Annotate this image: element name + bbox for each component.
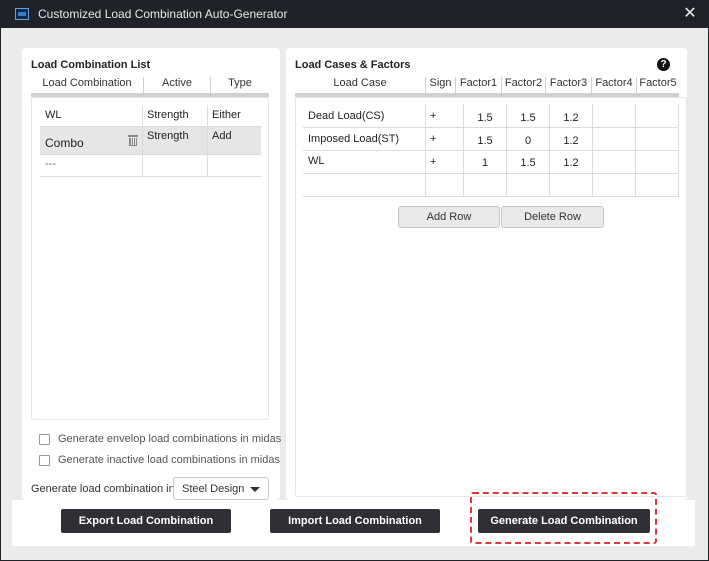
list-item-active[interactable]: Strength <box>147 109 189 121</box>
list-item-type[interactable]: Add <box>212 130 232 142</box>
col-header-sign: Sign <box>426 77 456 93</box>
export-load-combination-button[interactable]: Export Load Combination <box>61 509 231 533</box>
table-cell-factor2[interactable]: 1.5 <box>507 157 549 169</box>
col-header-factor2: Factor2 <box>502 77 546 93</box>
row-divider <box>303 150 679 151</box>
table-cell-factor2[interactable]: 1.5 <box>507 112 549 124</box>
title-bar: Customized Load Combination Auto-Generat… <box>0 0 709 28</box>
add-row-button[interactable]: Add Row <box>398 206 500 228</box>
load-combination-list-title: Load Combination List <box>31 59 151 71</box>
table-cell-sign[interactable]: + <box>430 110 436 122</box>
close-icon[interactable]: ✕ <box>680 4 700 24</box>
list-item-name[interactable]: Combo <box>45 136 84 150</box>
import-load-combination-button[interactable]: Import Load Combination <box>270 509 440 533</box>
generate-in-label: Generate load combination in: <box>31 483 178 495</box>
dialog-window: Customized Load Combination Auto-Generat… <box>0 0 709 561</box>
table-cell-factor1[interactable]: 1 <box>464 157 506 169</box>
delete-row-button[interactable]: Delete Row <box>501 206 604 228</box>
table-cell-load-case[interactable]: Imposed Load(ST) <box>308 133 399 145</box>
table-cell-factor3[interactable]: 1.2 <box>550 157 592 169</box>
list-item-name[interactable]: --- <box>45 158 56 170</box>
row-divider <box>303 173 679 174</box>
row-divider <box>40 126 261 127</box>
list-item-name[interactable]: WL <box>45 109 62 121</box>
app-icon <box>15 8 29 20</box>
row-divider <box>303 196 679 197</box>
col-header-factor4: Factor4 <box>592 77 637 93</box>
col-header-type: Type <box>228 77 252 89</box>
help-icon[interactable]: ? <box>657 58 670 71</box>
table-cell-factor3[interactable]: 1.2 <box>550 135 592 147</box>
envelope-checkbox[interactable] <box>39 434 50 445</box>
col-header-load-combination: Load Combination <box>31 77 144 93</box>
list-item-type[interactable]: Either <box>212 109 241 121</box>
generate-in-value: Steel Design <box>182 483 245 495</box>
table-cell-sign[interactable]: + <box>430 156 436 168</box>
table-cell-load-case[interactable]: Dead Load(CS) <box>308 110 384 122</box>
table-cell-factor1[interactable]: 1.5 <box>464 135 506 147</box>
table-cell-factor1[interactable]: 1.5 <box>464 112 506 124</box>
window-title: Customized Load Combination Auto-Generat… <box>38 7 288 21</box>
row-divider <box>40 176 261 177</box>
chevron-down-icon <box>250 487 260 492</box>
col-header-factor1: Factor1 <box>456 77 502 93</box>
generate-button-highlight <box>470 492 657 544</box>
table-cell-load-case[interactable]: WL <box>308 155 325 167</box>
list-item-active[interactable]: Strength <box>147 130 189 142</box>
inactive-checkbox-label: Generate inactive load combinations in m… <box>58 454 280 466</box>
table-cell-factor2[interactable]: 0 <box>507 135 549 147</box>
col-header-load-case: Load Case <box>295 77 426 93</box>
table-cell-sign[interactable]: + <box>430 133 436 145</box>
col-header-factor5: Factor5 <box>639 77 677 89</box>
col-header-active: Active <box>144 77 211 93</box>
inactive-checkbox[interactable] <box>39 455 50 466</box>
load-cases-title: Load Cases & Factors <box>295 59 411 71</box>
row-divider <box>303 127 679 128</box>
envelope-checkbox-label: Generate envelop load combinations in mi… <box>58 433 282 445</box>
row-divider <box>40 154 261 155</box>
column-divider <box>207 105 208 176</box>
trash-icon[interactable] <box>128 135 138 146</box>
column-divider <box>142 105 143 176</box>
table-cell-factor3[interactable]: 1.2 <box>550 112 592 124</box>
generate-in-select[interactable]: Steel Design <box>173 477 269 500</box>
col-header-factor3: Factor3 <box>546 77 592 93</box>
